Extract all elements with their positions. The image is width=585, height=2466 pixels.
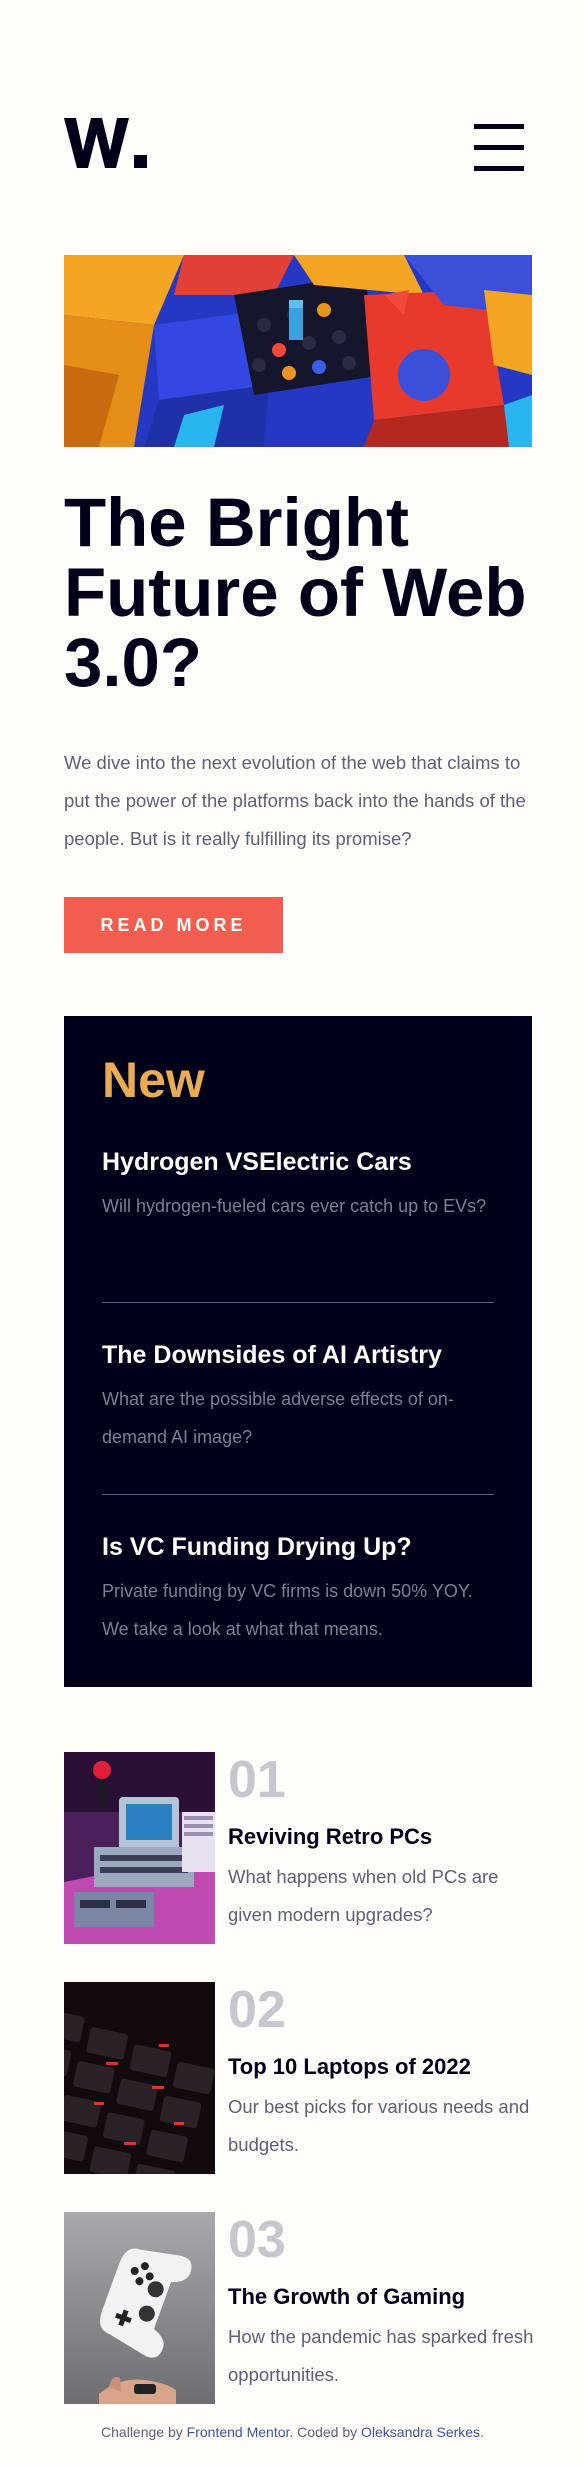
article-title[interactable]: The Growth of Gaming <box>228 2284 465 2310</box>
laptop-keyboard-image[interactable] <box>64 1982 215 2174</box>
read-more-button[interactable]: READ MORE <box>64 897 283 953</box>
article-card: 01 Reviving Retro PCs What happens when … <box>64 1751 534 1944</box>
article-number: 03 <box>228 2211 286 2269</box>
new-item-text: Private funding by VC firms is down 50% … <box>102 1581 473 1639</box>
new-item-title[interactable]: The Downsides of AI Artistry <box>102 1340 494 1370</box>
new-panel: New Hydrogen VSElectric Cars Will hydrog… <box>64 1016 532 1687</box>
new-item-text: What are the possible adverse effects of… <box>102 1389 454 1447</box>
footer-prefix: Challenge by <box>101 2424 187 2440</box>
new-item-text: Will hydrogen-fueled cars ever catch up … <box>102 1196 487 1216</box>
new-item: Is VC Funding Drying Up? Private funding… <box>102 1532 494 1648</box>
article-description: What happens when old PCs are given mode… <box>228 1866 499 1925</box>
divider <box>102 1302 494 1303</box>
abstract-3d-blocks-image <box>64 255 532 447</box>
article-card: 02 Top 10 Laptops of 2022 Our best picks… <box>64 1981 534 2174</box>
new-item-title[interactable]: Is VC Funding Drying Up? <box>102 1532 494 1562</box>
hero-description: We dive into the next evolution of the w… <box>64 752 526 849</box>
page: W. <box>0 0 585 2466</box>
article-card: 03 The Growth of Gaming How the pandemic… <box>64 2211 534 2404</box>
article-description: Our best picks for various needs and bud… <box>228 2096 530 2155</box>
hero-title: The Bright Future of Web 3.0? <box>64 484 527 701</box>
new-item: The Downsides of AI Artistry What are th… <box>102 1340 494 1456</box>
game-controller-image[interactable] <box>64 2212 215 2404</box>
footer-middle: . Coded by <box>289 2424 361 2440</box>
author-link[interactable]: Oleksandra Serkes <box>361 2424 480 2440</box>
frontend-mentor-link[interactable]: Frontend Mentor <box>187 2424 290 2440</box>
footer-suffix: . <box>480 2424 484 2440</box>
hamburger-menu-icon[interactable] <box>470 120 526 174</box>
footer-attribution: Challenge by Frontend Mentor. Coded by O… <box>0 2424 585 2440</box>
article-number: 02 <box>228 1981 286 2039</box>
article-title[interactable]: Reviving Retro PCs <box>228 1824 432 1850</box>
article-number: 01 <box>228 1751 286 1809</box>
logo[interactable]: W. <box>64 118 148 168</box>
new-heading: New <box>102 1052 205 1108</box>
new-item: Hydrogen VSElectric Cars Will hydrogen-f… <box>102 1147 494 1225</box>
new-item-title[interactable]: Hydrogen VSElectric Cars <box>102 1147 494 1177</box>
article-description: How the pandemic has sparked fresh oppor… <box>228 2326 534 2385</box>
retro-pc-image[interactable] <box>64 1752 215 1944</box>
divider <box>102 1494 494 1495</box>
article-title[interactable]: Top 10 Laptops of 2022 <box>228 2054 471 2080</box>
